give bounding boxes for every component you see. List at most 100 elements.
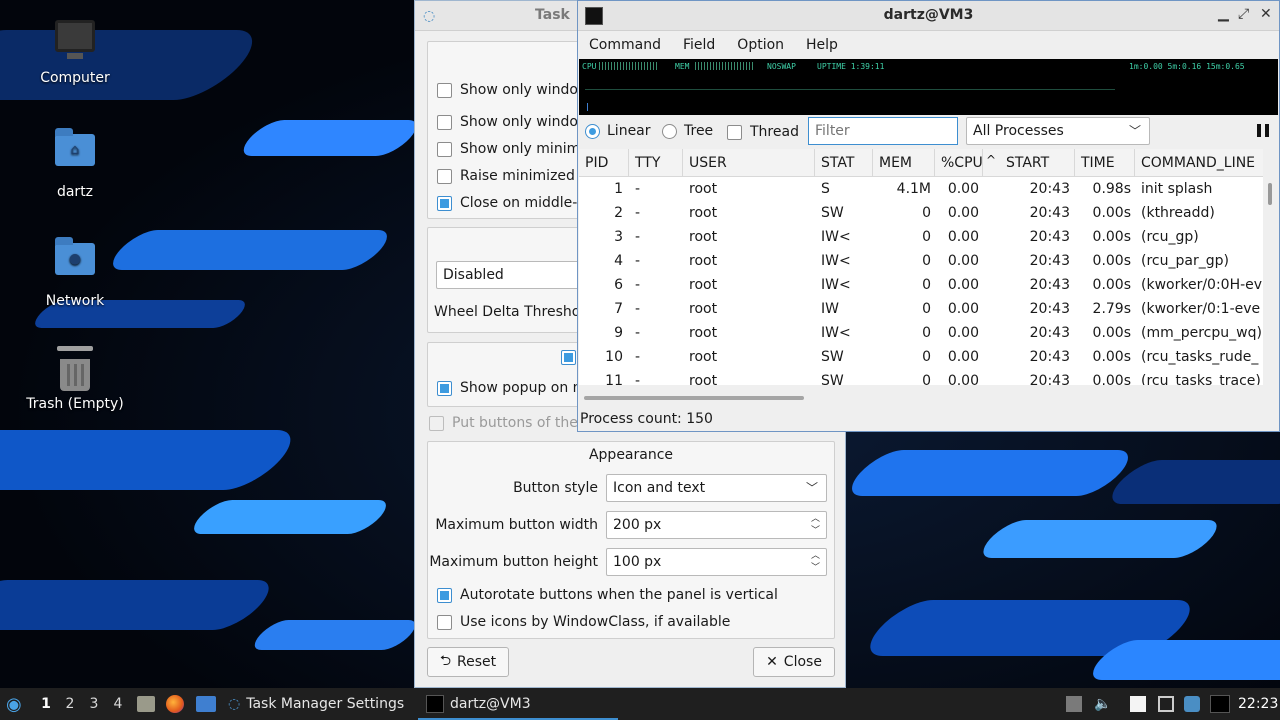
file-manager-icon[interactable] xyxy=(137,696,155,712)
cell-time: 0.00s xyxy=(1092,373,1131,385)
group-enable-checkbox[interactable] xyxy=(561,350,576,365)
process-viewer-window: dartz@VM3 ▁ ⤢ ✕ Command Field Option Hel… xyxy=(577,0,1280,432)
cell-time: 0.00s xyxy=(1092,349,1131,365)
menu-command[interactable]: Command xyxy=(578,37,672,53)
screen-icon[interactable] xyxy=(1158,696,1174,712)
select-value: Disabled xyxy=(443,267,504,283)
column-header-pid[interactable]: PID xyxy=(579,149,629,177)
button-style-select[interactable]: Icon and text ﹀ xyxy=(606,474,827,502)
table-row[interactable]: 7- root IW 0 0.00 20:43 2.79s (kworker/0:1-eve xyxy=(579,297,1263,321)
spin-arrows-icon[interactable]: ︿ ﹀ xyxy=(811,550,820,574)
column-header-cpu[interactable]: %CPU xyxy=(935,149,983,177)
column-header-command[interactable]: COMMAND_LINE xyxy=(1135,149,1263,177)
checkbox-show-only-minimized[interactable]: Show only minimi xyxy=(437,139,584,159)
start-menu-button[interactable]: ◉ xyxy=(6,688,22,720)
desktop-icon-trash[interactable]: Trash (Empty) xyxy=(20,344,130,412)
cell-command: (rcu_par_gp) xyxy=(1141,253,1229,269)
firefox-icon[interactable] xyxy=(166,695,184,713)
desktop-icon-computer[interactable]: Computer xyxy=(20,20,130,86)
column-header-start[interactable]: START xyxy=(1000,149,1075,177)
checkbox-close-on-middle-click[interactable]: Close on middle-c xyxy=(437,193,585,213)
cell-command: (mm_percpu_wq) xyxy=(1141,325,1262,341)
table-row[interactable]: 10- root SW 0 0.00 20:43 0.00s (rcu_tasks_rude_ xyxy=(579,345,1263,369)
workspace-2[interactable]: 2 xyxy=(59,688,81,720)
filter-input[interactable] xyxy=(808,117,958,145)
table-row[interactable]: 6- root IW< 0 0.00 20:43 0.00s (kworker/0:0H-ev xyxy=(579,273,1263,297)
terminal-tray-icon[interactable] xyxy=(1210,695,1230,713)
home-folder-icon: ⌂ xyxy=(53,128,97,178)
clipboard-icon[interactable] xyxy=(1130,696,1146,712)
clock[interactable]: 22:23 xyxy=(1238,688,1278,720)
radio-tree[interactable]: Tree xyxy=(662,123,713,139)
network-folder-icon: ● xyxy=(53,237,97,287)
table-row[interactable]: 4- root IW< 0 0.00 20:43 0.00s (rcu_par_gp) xyxy=(579,249,1263,273)
column-header-tty[interactable]: TTY xyxy=(629,149,683,177)
cell-time: 0.00s xyxy=(1092,205,1131,221)
desktop-icon-home[interactable]: ⌂ dartz xyxy=(20,128,130,200)
menu-option[interactable]: Option xyxy=(726,37,795,53)
view-toolbar: Linear Tree Thread All Processes ﹀ xyxy=(578,117,1279,147)
max-height-spinbox[interactable]: 100 px ︿ ﹀ xyxy=(606,548,827,576)
close-button[interactable]: ✕ Close xyxy=(753,647,835,677)
pause-icon[interactable] xyxy=(1257,124,1269,137)
cell-cpu: 0.00 xyxy=(947,325,979,341)
spin-arrows-icon[interactable]: ︿ ﹀ xyxy=(811,513,820,537)
cell-mem: 0 xyxy=(922,205,931,221)
cell-tty: - xyxy=(635,373,641,385)
title-bar[interactable]: dartz@VM3 ▁ ⤢ ✕ xyxy=(578,1,1279,31)
checkbox-icons-by-windowclass[interactable]: Use icons by WindowClass, if available xyxy=(437,612,730,632)
max-width-spinbox[interactable]: 200 px ︿ ﹀ xyxy=(606,511,827,539)
menu-field[interactable]: Field xyxy=(672,37,726,53)
appearance-group: Appearance Button style Icon and text ﹀ … xyxy=(427,441,835,639)
update-notifier-icon[interactable] xyxy=(1184,696,1200,712)
process-scope-select[interactable]: All Processes ﹀ xyxy=(966,117,1150,145)
show-desktop-icon[interactable] xyxy=(196,696,216,712)
cell-mem: 0 xyxy=(922,229,931,245)
workspace-3[interactable]: 3 xyxy=(83,688,105,720)
menu-help[interactable]: Help xyxy=(795,37,849,53)
maximize-icon[interactable]: ⤢ xyxy=(1238,6,1249,22)
horizontal-scrollbar[interactable] xyxy=(584,396,804,400)
radio-linear[interactable]: Linear xyxy=(585,123,651,139)
task-button-settings[interactable]: ◌ Task Manager Settings xyxy=(228,688,404,720)
computer-icon xyxy=(53,20,97,64)
table-row[interactable]: 2- root SW 0 0.00 20:43 0.00s (kthreadd) xyxy=(579,201,1263,225)
table-row[interactable]: 1- root S 4.1M 0.00 20:43 0.98s init splash xyxy=(579,177,1263,201)
checkbox-show-popup[interactable]: Show popup on m xyxy=(437,378,586,398)
table-row[interactable]: 3- root IW< 0 0.00 20:43 0.00s (rcu_gp) xyxy=(579,225,1263,249)
tray-storage-icon[interactable] xyxy=(1066,696,1082,712)
cell-start: 20:43 xyxy=(1029,301,1070,317)
checkbox-put-buttons[interactable]: Put buttons of the xyxy=(429,413,578,433)
task-button-terminal[interactable]: dartz@VM3 xyxy=(426,688,531,720)
cell-pid: 6 xyxy=(614,277,623,293)
checkbox-label: Show only window xyxy=(460,82,590,98)
cell-tty: - xyxy=(635,253,641,269)
minimize-icon[interactable]: ▁ xyxy=(1218,6,1229,22)
cell-mem: 0 xyxy=(922,325,931,341)
close-icon: ✕ xyxy=(766,654,778,670)
vertical-scrollbar[interactable] xyxy=(1264,177,1278,387)
table-row[interactable]: 9- root IW< 0 0.00 20:43 0.00s (mm_percpu_wq) xyxy=(579,321,1263,345)
column-header-stat[interactable]: STAT xyxy=(815,149,873,177)
checkbox-show-only-windows-1[interactable]: Show only window xyxy=(437,80,589,100)
checkbox-show-only-windows-2[interactable]: Show only window xyxy=(437,112,589,132)
checkbox-raise-minimized[interactable]: Raise minimized v xyxy=(437,166,588,186)
workspace-4[interactable]: 4 xyxy=(107,688,129,720)
reset-button[interactable]: ⮌ Reset xyxy=(427,647,509,677)
desktop-icon-network[interactable]: ● Network xyxy=(20,237,130,309)
workspace-1[interactable]: 1 xyxy=(35,688,57,720)
max-height-label: Maximum button height xyxy=(429,554,598,570)
cell-pid: 10 xyxy=(605,349,623,365)
window-title: dartz@VM3 xyxy=(883,7,974,23)
cell-tty: - xyxy=(635,325,641,341)
column-header-time[interactable]: TIME xyxy=(1075,149,1135,177)
chevron-down-icon: ﹀ xyxy=(1128,124,1141,138)
column-header-user[interactable]: USER xyxy=(683,149,815,177)
cell-stat: IW< xyxy=(821,325,851,341)
column-header-mem[interactable]: MEM xyxy=(873,149,935,177)
checkbox-autorotate[interactable]: Autorotate buttons when the panel is ver… xyxy=(437,585,778,605)
checkbox-thread[interactable]: Thread xyxy=(727,122,799,142)
volume-icon[interactable]: 🔈 xyxy=(1094,696,1111,712)
close-icon[interactable]: ✕ xyxy=(1260,6,1272,22)
table-row[interactable]: 11- root SW 0 0.00 20:43 0.00s (rcu_tasks_trace… xyxy=(579,369,1263,385)
